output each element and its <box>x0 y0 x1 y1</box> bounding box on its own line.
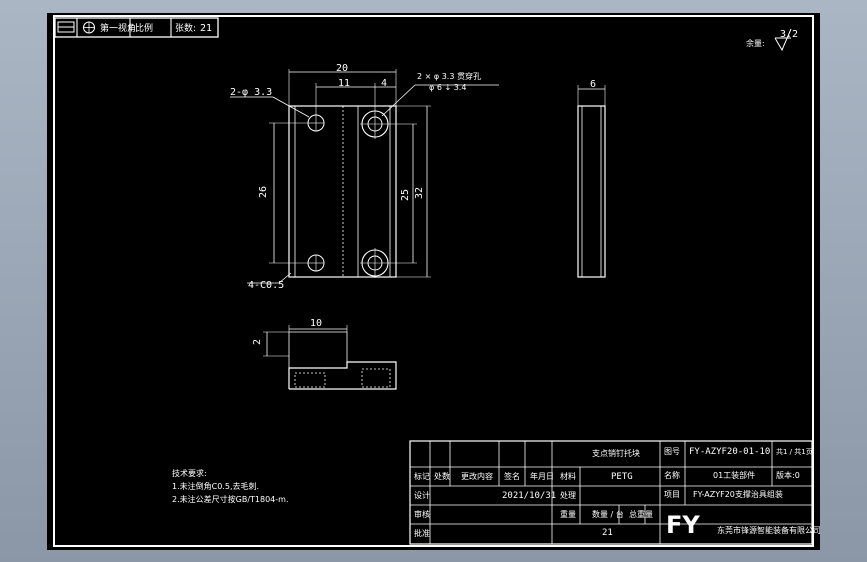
review-label: 审核 <box>414 509 430 519</box>
sheet-background <box>47 13 820 550</box>
name-label: 名称 <box>664 470 680 480</box>
material-value: PETG <box>611 472 633 482</box>
dim-left-height: 26 <box>258 186 269 198</box>
sheet-label: 张数: <box>175 22 196 34</box>
weight-label: 重量 <box>560 509 576 519</box>
process-label: 处理 <box>560 490 576 500</box>
cad-viewport: 第一视角 比例 张数: 21 余量: 3.2 20 11 4 2-φ 3.3 2… <box>0 0 867 562</box>
notes-line-2: 2.未注公差尺寸按GB/T1804-m. <box>172 494 288 504</box>
sheet-value: 21 <box>200 23 212 34</box>
dim-bottom-left-height: 2 <box>252 339 263 345</box>
version-value: 版本:0 <box>776 470 800 480</box>
dim-right-inner: 25 <box>400 189 411 201</box>
roughness-label: 余量: <box>746 38 765 48</box>
counterbore-note-line2: φ 6 ↓ 3.4 <box>429 83 466 92</box>
drawing-sheet[interactable]: 第一视角 比例 张数: 21 余量: 3.2 20 11 4 2-φ 3.3 2… <box>47 13 820 550</box>
qty-label: 数量 / 台 <box>592 509 624 519</box>
project-value: FY-AZYF20支撑治具组装 <box>693 489 783 499</box>
qty-value: 21 <box>602 528 613 538</box>
drawing-no-label: 图号 <box>664 447 680 456</box>
dim-chamfer: 4-C0.5 <box>248 280 284 291</box>
approve-label: 批准 <box>414 528 430 538</box>
dim-top-width: 20 <box>336 63 348 74</box>
dim-right-total: 32 <box>414 187 425 199</box>
notes-title: 技术要求: <box>172 468 207 478</box>
counterbore-note-line1: 2 × φ 3.3 贯穿孔 <box>417 71 481 81</box>
dim-side-width: 6 <box>590 79 596 90</box>
name-value: 01工装部件 <box>713 470 755 480</box>
projection-label: 第一视角 <box>100 22 136 34</box>
cad-drawing: 第一视角 比例 张数: 21 余量: 3.2 20 11 4 2-φ 3.3 2… <box>47 13 820 550</box>
material-label: 材料 <box>560 471 576 481</box>
notes-line-1: 1.未注倒角C0.5,去毛刺. <box>172 481 259 491</box>
date-label: 年月日 <box>530 471 554 481</box>
stage-value: 共1 / 共1页 <box>776 447 813 456</box>
dim-top-inner: 11 <box>338 78 350 89</box>
total-label: 总重量 <box>629 509 653 519</box>
dim-top-small: 4 <box>381 78 387 89</box>
change-label: 更改内容 <box>461 471 493 481</box>
scale-label: 比例 <box>135 22 153 34</box>
dim-hole-count: 2-φ 3.3 <box>230 87 272 98</box>
dim-bottom-width: 10 <box>310 318 322 329</box>
project-label: 项目 <box>664 490 680 499</box>
part-name: 支点销钉托块 <box>592 448 640 458</box>
sign-label: 签名 <box>504 471 520 481</box>
design-label: 设计 <box>414 490 430 500</box>
design-date: 2021/10/31 <box>502 491 556 501</box>
drawing-no: FY-AZYF20-01-10 <box>689 447 770 457</box>
mark-label: 标记 <box>414 471 430 481</box>
count-label: 处数 <box>434 471 450 481</box>
company-logo: FY <box>666 511 700 539</box>
company-name: 东莞市锋源智能装备有限公司 <box>717 525 820 535</box>
